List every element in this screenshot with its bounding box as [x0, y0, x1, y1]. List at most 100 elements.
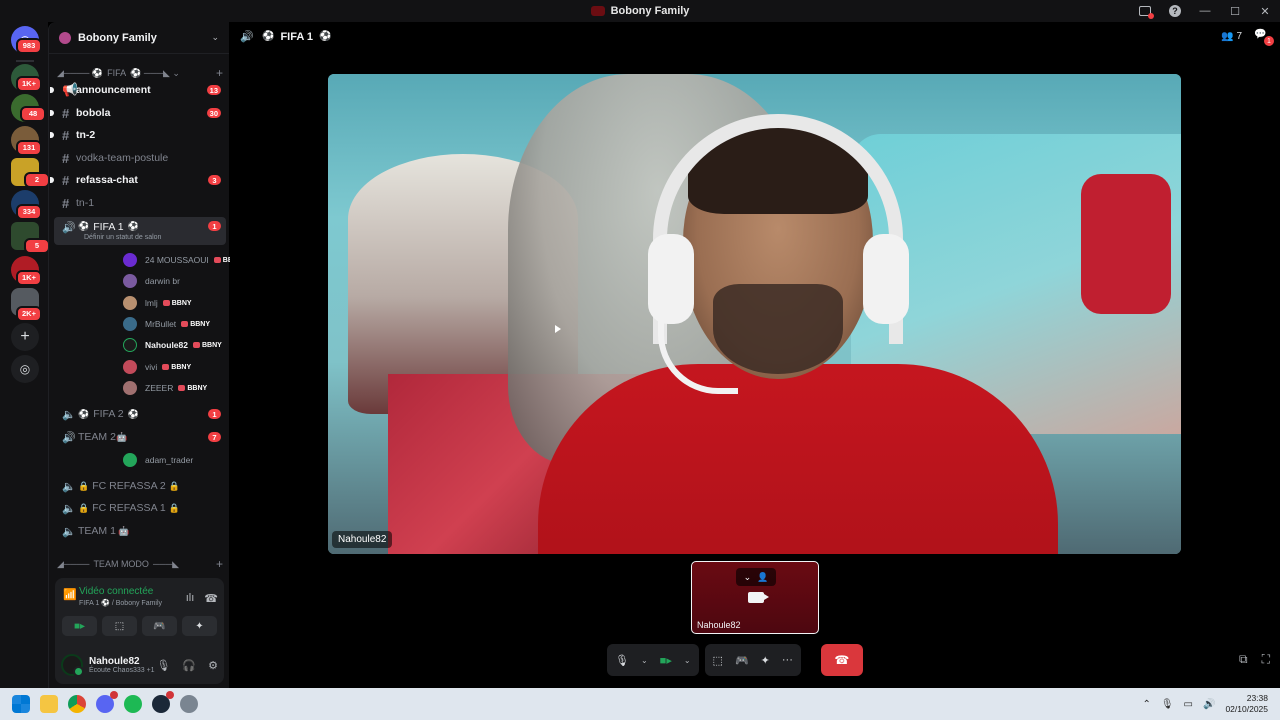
voice-channel-fc-refassa-1[interactable]: 🔈 🔒 FC REFASSA 1 🔒	[54, 498, 226, 518]
gamepad-icon: 🎮	[153, 620, 166, 632]
speaker-icon: 🔈	[62, 525, 76, 538]
voice-channel-team-1[interactable]: 🔈 TEAM 1 🤖	[54, 521, 226, 541]
channel-announcement[interactable]: 📢 announcement 13	[50, 80, 226, 100]
lock-icon: 🔒	[78, 502, 90, 513]
category-team-modo[interactable]: ◢──── TEAM MODO ───◣ +	[57, 557, 227, 571]
channel-label: announcement	[76, 84, 151, 96]
camera-icon[interactable]: ■▸	[660, 654, 672, 667]
user-avatar[interactable]	[61, 654, 84, 677]
rail-badge: 131	[16, 140, 42, 156]
file-explorer-icon[interactable]	[40, 695, 58, 713]
unread-indicator	[50, 132, 54, 138]
channel-tn-1[interactable]: # tn-1	[54, 193, 226, 213]
soundboard-icon[interactable]: ✦	[761, 654, 770, 667]
screen-share-button[interactable]: ⬚	[102, 616, 137, 636]
soundboard-button[interactable]: ✦	[182, 616, 217, 636]
hash-icon: #	[62, 127, 70, 143]
voice-channel-fifa-2[interactable]: 🔈 ⚽ FIFA 2 ⚽ 1	[54, 404, 226, 424]
microphone-icon[interactable]: 🎙	[1161, 699, 1174, 710]
chevron-down-icon[interactable]: ⌄	[641, 656, 648, 665]
channel-refassa-chat[interactable]: # refassa-chat 3	[50, 170, 226, 190]
avatar	[123, 296, 137, 310]
voice-channel-fifa-1[interactable]: 🔊 ⚽ FIFA 1 ⚽ 1 Définir un statut de salo…	[54, 217, 226, 245]
people-icon: 👥	[1221, 30, 1234, 42]
speaker-icon: 🔈	[62, 408, 76, 421]
avatar	[123, 274, 137, 288]
disconnect-icon[interactable]: ☎	[204, 592, 218, 607]
role-tag: BBNY	[178, 385, 207, 392]
maximize-button[interactable]: ☐	[1220, 0, 1250, 22]
inbox-button[interactable]	[1130, 0, 1160, 22]
discord-icon[interactable]	[96, 691, 118, 713]
camera-button[interactable]: ■▸	[62, 616, 97, 636]
rail-badge: 1K+	[16, 270, 42, 286]
video-name-tag: Nahoule82	[332, 531, 393, 548]
self-video-tile[interactable]: ⌄ 👤 Nahoule82	[691, 561, 819, 634]
member-name: ZEEER	[145, 383, 174, 393]
speaker-icon: 🔈	[62, 480, 76, 493]
channel-label: FC REFASSA 2	[92, 480, 166, 492]
tile-overlay[interactable]: ⌄ 👤	[736, 568, 776, 586]
signal-icon[interactable]: 📶	[63, 588, 79, 607]
video-stream-tile[interactable]: Nahoule82	[328, 74, 1181, 554]
help-icon: ?	[1169, 5, 1181, 17]
category-decoration: ◢────	[57, 558, 90, 569]
microphone-icon[interactable]: 🎙	[156, 659, 170, 672]
chrome-icon[interactable]	[68, 695, 86, 713]
hang-up-button[interactable]: ☎	[820, 644, 863, 676]
channel-vodka-team-postule[interactable]: # vodka-team-postule	[54, 148, 226, 168]
headphones-icon[interactable]: 🎧	[182, 659, 196, 672]
close-button[interactable]: ✕	[1250, 0, 1280, 22]
help-button[interactable]: ?	[1160, 0, 1190, 22]
window-title: Bobony Family	[590, 5, 689, 17]
windows-start-icon[interactable]	[12, 695, 30, 713]
clock[interactable]: 23:38 02/10/2025	[1225, 693, 1268, 715]
add-channel-icon[interactable]: +	[216, 557, 223, 571]
call-channel-name: FIFA 1	[280, 30, 314, 43]
title-bar: Bobony Family ? — ☐ ✕	[0, 0, 1280, 22]
minimize-button[interactable]: —	[1190, 0, 1220, 22]
channel-label: vodka-team-postule	[76, 152, 169, 164]
volume-icon[interactable]: 🔊	[1203, 699, 1215, 710]
gamepad-icon[interactable]: 🎮	[735, 654, 749, 667]
noise-suppression-icon[interactable]: ılı	[186, 592, 195, 607]
voice-channel-team-2[interactable]: 🔊 TEAM 2 🤖 7	[54, 427, 226, 447]
steam-icon[interactable]	[152, 691, 174, 713]
voice-status-sub[interactable]: FIFA 1 ⚽ / Bobony Family	[79, 599, 186, 607]
server-header[interactable]: Bobony Family ⌄	[49, 22, 229, 54]
hash-icon: #	[62, 150, 70, 166]
category-label: TEAM MODO	[93, 559, 149, 569]
add-channel-icon[interactable]: +	[216, 66, 223, 80]
hash-icon: #	[62, 195, 70, 211]
popout-icon[interactable]: ⧉	[1239, 652, 1248, 667]
voice-status-title[interactable]: Vidéo connectée	[79, 586, 186, 597]
channel-label: TEAM 2	[78, 431, 116, 443]
channel-status[interactable]: Définir un statut de salon	[84, 234, 161, 241]
add-server-button[interactable]: +	[11, 323, 39, 351]
channel-tn-2[interactable]: # tn-2	[50, 125, 226, 145]
settings-icon[interactable]	[180, 695, 198, 713]
screen-share-icon[interactable]: ⬚	[713, 654, 723, 667]
member-name: 24 MOUSSAOUI	[145, 255, 209, 265]
channel-bobola[interactable]: # bobola 30	[50, 103, 226, 123]
avatar	[123, 253, 137, 267]
gear-icon[interactable]: ⚙	[208, 659, 218, 672]
activity-button[interactable]: 🎮	[142, 616, 177, 636]
role-tag: BBNY	[181, 321, 210, 328]
soccer-ball-icon: ⚽	[262, 31, 275, 42]
discover-button[interactable]: ◎	[11, 355, 39, 383]
members-button[interactable]: 👥 7	[1221, 31, 1242, 42]
fullscreen-icon[interactable]: ⛶	[1262, 652, 1270, 667]
network-icon[interactable]: ▭	[1184, 699, 1193, 710]
more-icon[interactable]: ···	[782, 654, 793, 666]
chevron-down-icon[interactable]: ⌄	[684, 656, 691, 665]
server-rail: ◉ 983 1K+ 48 131 2 334 5 1K+ 2K+ + ◎	[0, 22, 50, 688]
notifications-button[interactable]: 💬 1	[1254, 29, 1274, 46]
category-fifa[interactable]: ◢──── ⚽ FIFA ⚽ ───◣ ⌄ +	[57, 66, 227, 80]
microphone-icon[interactable]: 🎙	[615, 654, 629, 667]
voice-channel-fc-refassa-2[interactable]: 🔈 🔒 FC REFASSA 2 🔒	[54, 476, 226, 496]
user-panel: Nahoule82 Écoute Chaos333 +1 🎙 🎧 ⚙	[55, 646, 224, 684]
user-name[interactable]: Nahoule82	[89, 656, 156, 667]
chevron-up-icon[interactable]: ⌃	[1142, 699, 1150, 710]
spotify-icon[interactable]	[124, 695, 142, 713]
